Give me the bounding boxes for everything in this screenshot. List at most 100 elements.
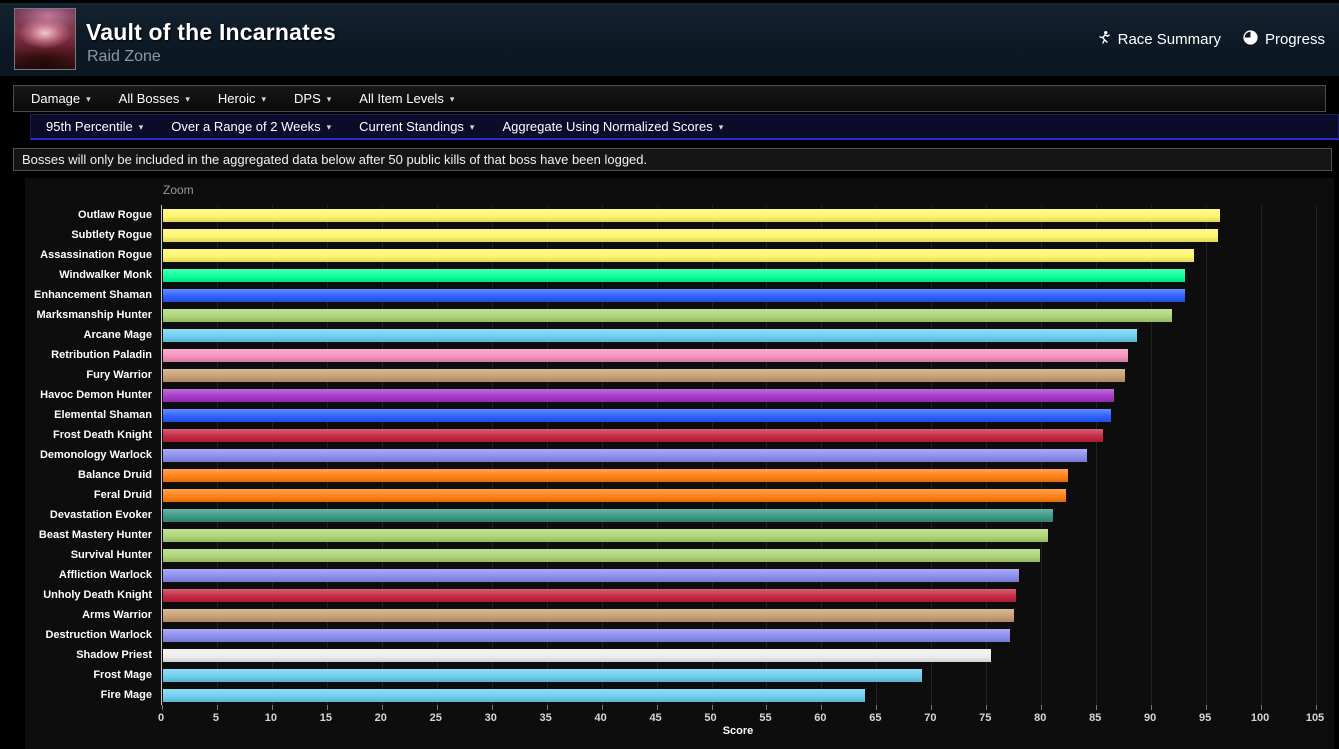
- x-axis-title: Score: [723, 725, 754, 737]
- score-bar[interactable]: [163, 409, 1111, 422]
- axis-tick-label: 45: [649, 712, 661, 724]
- category-label[interactable]: Assassination Rogue: [25, 249, 152, 261]
- category-label[interactable]: Arms Warrior: [25, 609, 152, 621]
- top-nav: Race Summary Progress: [1097, 3, 1325, 76]
- score-bar[interactable]: [163, 469, 1068, 482]
- score-bar[interactable]: [163, 209, 1220, 222]
- score-bar[interactable]: [163, 349, 1128, 362]
- category-label[interactable]: Demonology Warlock: [25, 449, 152, 461]
- axis-tick-label: 40: [594, 712, 606, 724]
- race-summary-link[interactable]: Race Summary: [1097, 30, 1221, 49]
- filter-all-bosses[interactable]: All Bosses ▾: [105, 86, 204, 111]
- score-bar[interactable]: [163, 669, 922, 682]
- category-label[interactable]: Elemental Shaman: [25, 409, 152, 421]
- chevron-down-icon: ▾: [327, 122, 332, 133]
- category-label[interactable]: Beast Mastery Hunter: [25, 529, 152, 541]
- axis-tick: [272, 705, 273, 710]
- axis-tick: [327, 705, 328, 710]
- gridline: [1261, 205, 1262, 705]
- gridline: [1316, 205, 1317, 705]
- notice-text: Bosses will only be included in the aggr…: [22, 152, 647, 167]
- progress-label: Progress: [1265, 31, 1325, 48]
- runner-icon: [1097, 30, 1111, 49]
- axis-tick: [931, 705, 932, 710]
- chart-plot-area[interactable]: [161, 205, 1315, 705]
- filter-item-levels[interactable]: All Item Levels ▾: [345, 86, 468, 111]
- axis-tick-label: 55: [759, 712, 771, 724]
- category-label[interactable]: Frost Mage: [25, 669, 152, 681]
- score-bar[interactable]: [163, 569, 1019, 582]
- category-label[interactable]: Balance Druid: [25, 469, 152, 481]
- score-bar[interactable]: [163, 689, 865, 702]
- axis-tick-label: 65: [869, 712, 881, 724]
- axis-tick: [1041, 705, 1042, 710]
- score-bar[interactable]: [163, 429, 1103, 442]
- zoom-hint-label: Zoom: [163, 183, 194, 197]
- score-bar[interactable]: [163, 329, 1137, 342]
- category-label[interactable]: Fire Mage: [25, 689, 152, 701]
- score-bar[interactable]: [163, 369, 1125, 382]
- category-label[interactable]: Arcane Mage: [25, 329, 152, 341]
- chevron-down-icon: ▾: [327, 94, 332, 105]
- category-label[interactable]: Frost Death Knight: [25, 429, 152, 441]
- axis-tick-label: 95: [1199, 712, 1211, 724]
- category-label[interactable]: Marksmanship Hunter: [25, 309, 152, 321]
- category-label[interactable]: Subtlety Rogue: [25, 229, 152, 241]
- filter-percentile[interactable]: 95th Percentile ▾: [32, 115, 157, 138]
- axis-tick: [876, 705, 877, 710]
- category-label[interactable]: Retribution Paladin: [25, 349, 152, 361]
- score-bar[interactable]: [163, 249, 1194, 262]
- axis-tick: [547, 705, 548, 710]
- filter-difficulty[interactable]: Heroic ▾: [204, 86, 280, 111]
- score-bar[interactable]: [163, 269, 1185, 282]
- axis-tick: [1316, 705, 1317, 710]
- chevron-down-icon: ▾: [470, 122, 475, 133]
- axis-tick: [766, 705, 767, 710]
- rankings-bar-chart: Zoom Outlaw Rogue Subtlety Rogue Assassina…: [25, 178, 1334, 749]
- score-bar[interactable]: [163, 509, 1053, 522]
- axis-tick: [1261, 705, 1262, 710]
- score-bar[interactable]: [163, 389, 1114, 402]
- page-subtitle: Raid Zone: [87, 48, 161, 66]
- axis-tick: [217, 705, 218, 710]
- score-bar[interactable]: [163, 649, 991, 662]
- progress-link[interactable]: Progress: [1243, 30, 1325, 49]
- category-label[interactable]: Shadow Priest: [25, 649, 152, 661]
- axis-tick-label: 15: [320, 712, 332, 724]
- score-bar[interactable]: [163, 229, 1218, 242]
- axis-tick-label: 70: [924, 712, 936, 724]
- zone-logo[interactable]: [14, 8, 76, 70]
- category-label[interactable]: Havoc Demon Hunter: [25, 389, 152, 401]
- score-bar[interactable]: [163, 289, 1185, 302]
- category-label[interactable]: Survival Hunter: [25, 549, 152, 561]
- category-label[interactable]: Feral Druid: [25, 489, 152, 501]
- axis-tick-label: 75: [979, 712, 991, 724]
- category-label[interactable]: Affliction Warlock: [25, 569, 152, 581]
- category-label[interactable]: Windwalker Monk: [25, 269, 152, 281]
- axis-tick: [492, 705, 493, 710]
- score-bar[interactable]: [163, 549, 1040, 562]
- filter-metric[interactable]: DPS ▾: [280, 86, 345, 111]
- category-label[interactable]: Destruction Warlock: [25, 629, 152, 641]
- axis-tick-label: 35: [540, 712, 552, 724]
- filter-standings[interactable]: Current Standings ▾: [345, 115, 488, 138]
- filter-damage[interactable]: Damage ▾: [17, 86, 105, 111]
- gridline: [1206, 205, 1207, 705]
- score-bar[interactable]: [163, 629, 1010, 642]
- category-label[interactable]: Outlaw Rogue: [25, 209, 152, 221]
- score-bar[interactable]: [163, 529, 1048, 542]
- chevron-down-icon: ▾: [719, 122, 724, 133]
- score-bar[interactable]: [163, 609, 1014, 622]
- score-bar[interactable]: [163, 449, 1087, 462]
- category-label[interactable]: Devastation Evoker: [25, 509, 152, 521]
- score-bar[interactable]: [163, 589, 1016, 602]
- score-bar[interactable]: [163, 309, 1172, 322]
- axis-tick-label: 85: [1089, 712, 1101, 724]
- category-label[interactable]: Unholy Death Knight: [25, 589, 152, 601]
- category-label[interactable]: Fury Warrior: [25, 369, 152, 381]
- filter-aggregation[interactable]: Aggregate Using Normalized Scores ▾: [488, 115, 737, 138]
- chevron-down-icon: ▾: [450, 94, 455, 105]
- filter-time-range[interactable]: Over a Range of 2 Weeks ▾: [157, 115, 345, 138]
- score-bar[interactable]: [163, 489, 1066, 502]
- category-label[interactable]: Enhancement Shaman: [25, 289, 152, 301]
